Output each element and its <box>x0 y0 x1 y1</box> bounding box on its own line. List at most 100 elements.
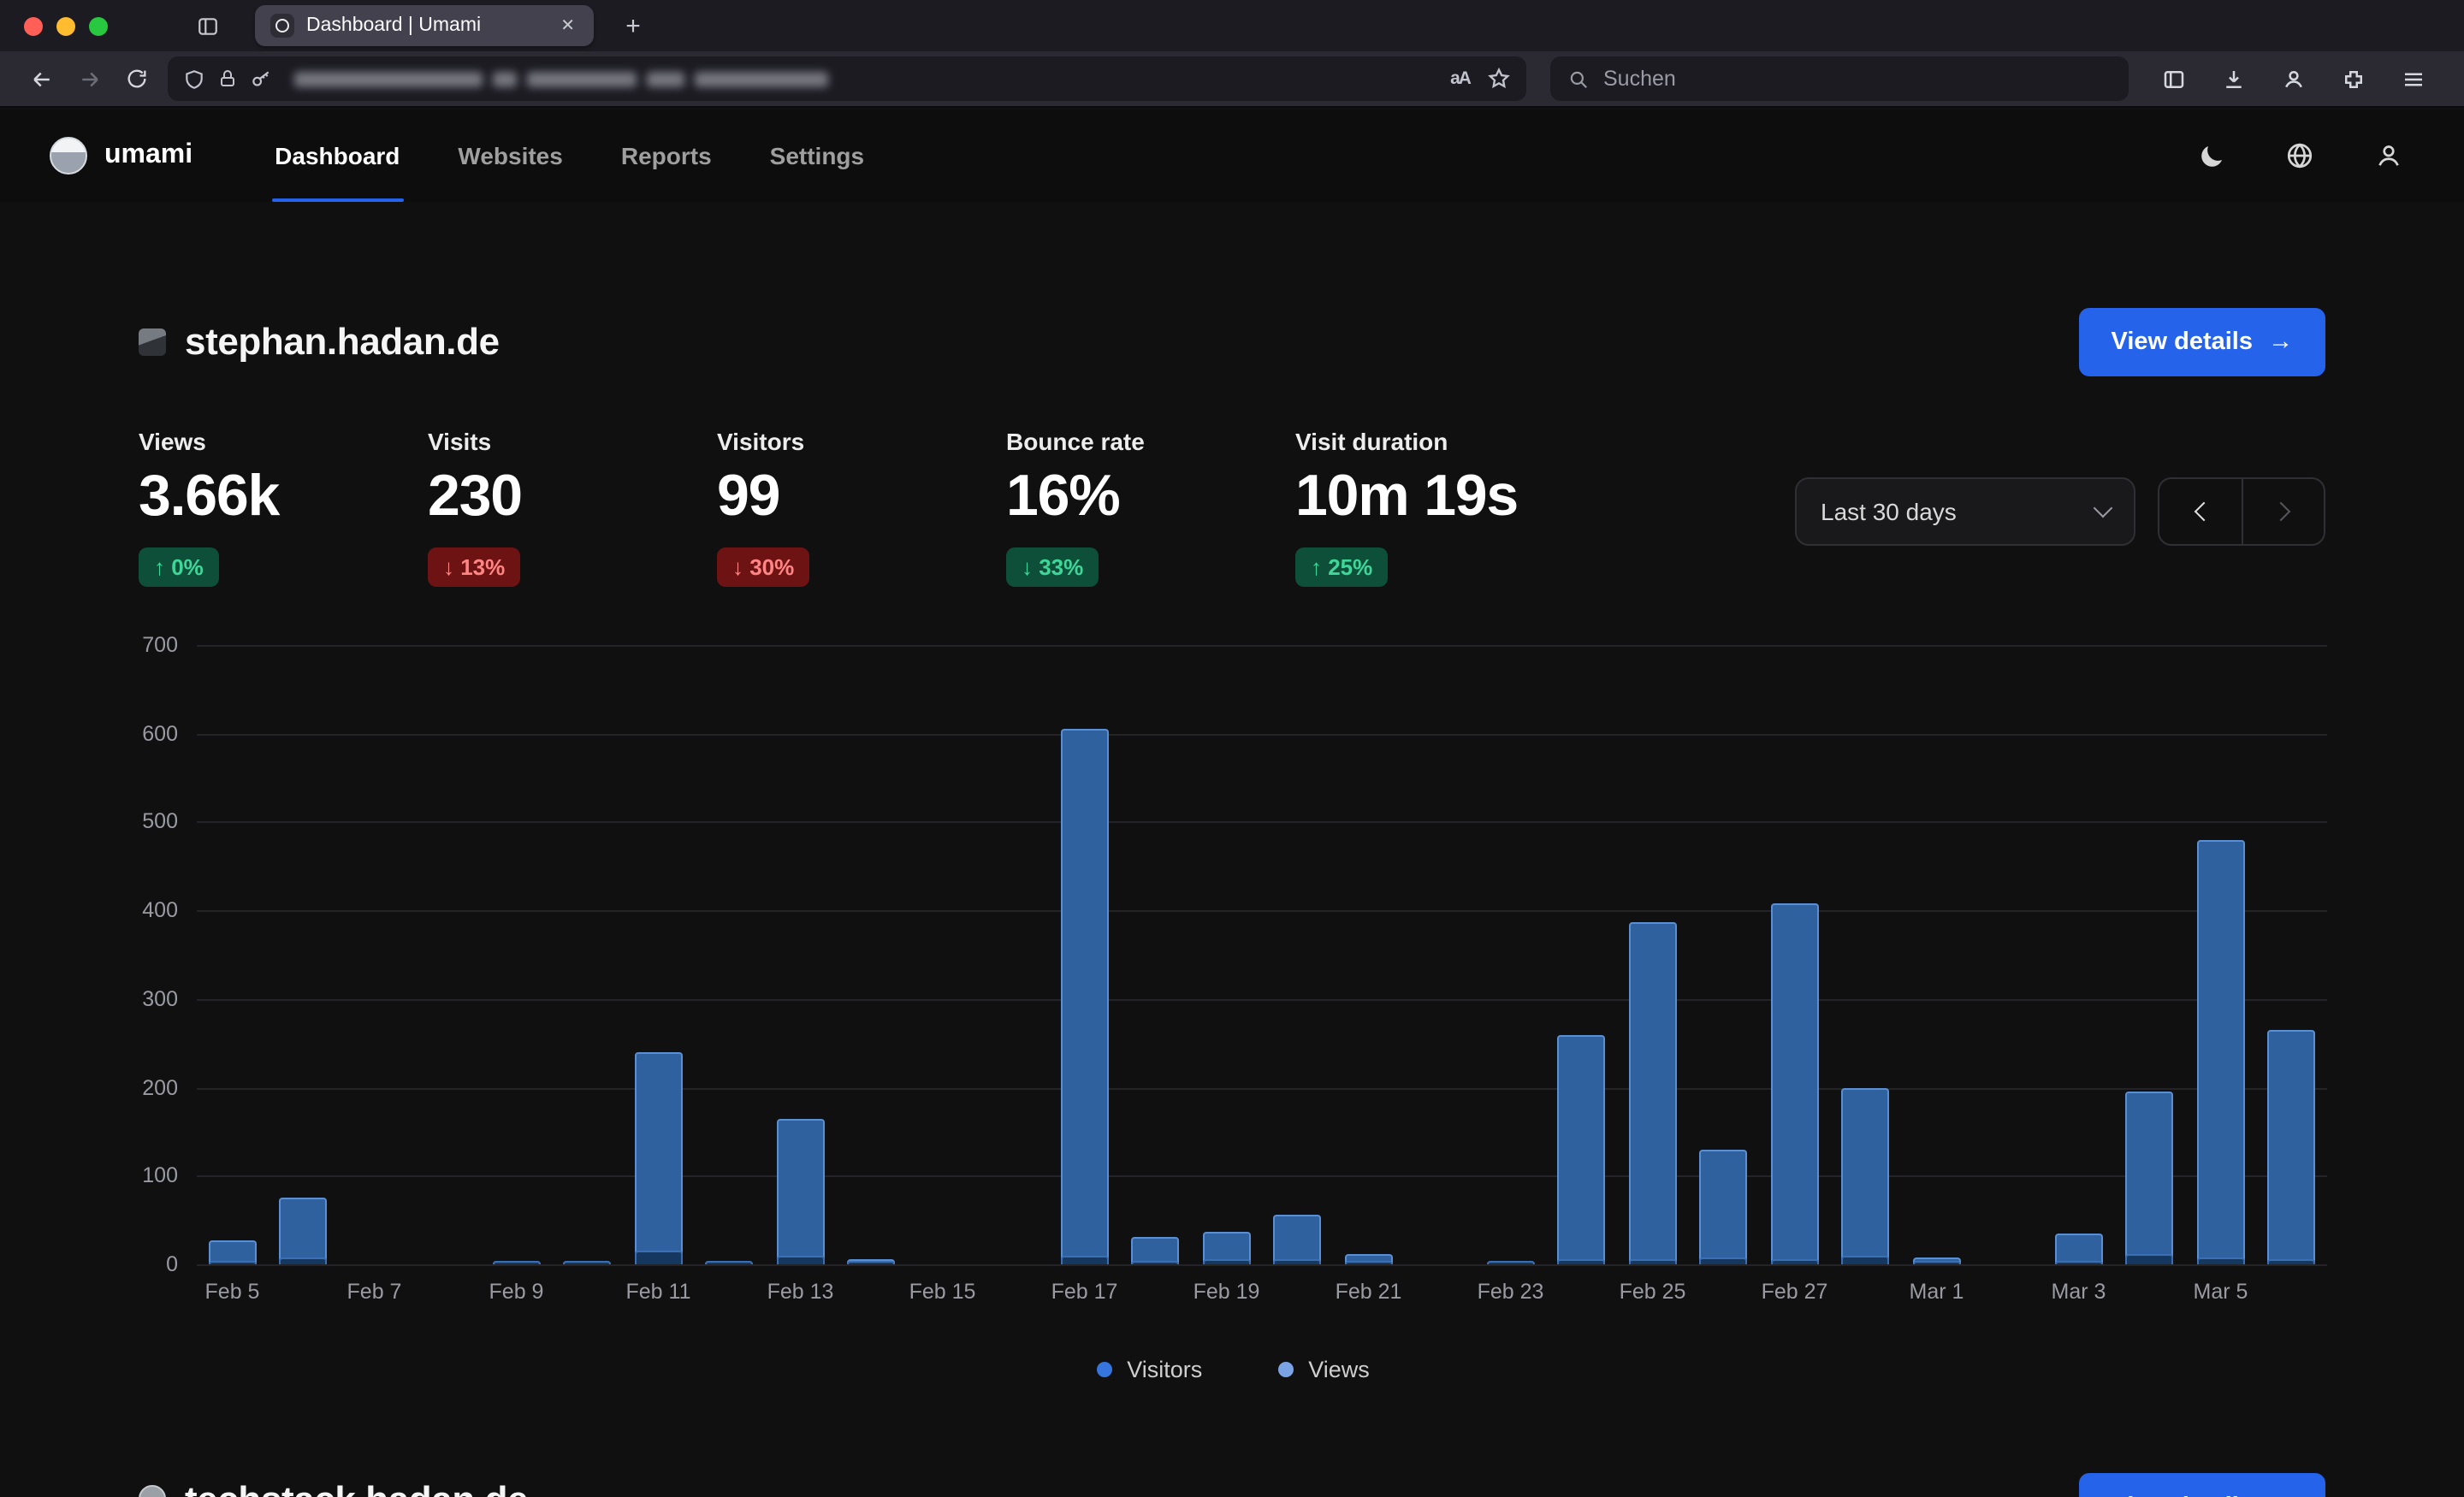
back-icon[interactable] <box>17 56 65 101</box>
url-bar[interactable]: aA <box>168 56 1526 101</box>
x-axis-label: Feb 9 <box>489 1280 544 1304</box>
gridline <box>197 1264 2327 1266</box>
tab-close-icon[interactable]: ✕ <box>557 13 578 38</box>
window-controls <box>0 16 108 35</box>
bar-visitors <box>2054 1261 2102 1264</box>
y-axis-label: 400 <box>110 898 178 922</box>
umami-logo-icon <box>50 137 87 175</box>
bar-visitors <box>847 1261 895 1264</box>
bar-visitors <box>1841 1256 1889 1264</box>
brand-name: umami <box>104 140 192 171</box>
bar-visitors <box>1202 1259 1250 1264</box>
browser-tab[interactable]: Dashboard | Umami ✕ <box>255 5 594 46</box>
nav-item-websites[interactable]: Websites <box>454 109 566 202</box>
y-axis-label: 200 <box>110 1075 178 1099</box>
umami-brand[interactable]: umami <box>50 137 192 175</box>
search-input[interactable] <box>1603 67 2112 91</box>
key-icon[interactable] <box>250 68 272 90</box>
chevron-right-icon <box>2272 502 2291 522</box>
bar-views <box>634 1052 682 1264</box>
bar-visitors <box>2267 1259 2315 1264</box>
window-zoom-button[interactable] <box>89 16 108 35</box>
next-period-button[interactable] <box>2242 479 2324 544</box>
view-details-button[interactable]: View details → <box>2079 1473 2326 1497</box>
extensions-icon[interactable] <box>2329 56 2377 101</box>
x-axis-label: Mar 3 <box>2052 1280 2106 1304</box>
metric-visitors: Visitors 99 ↓ 30% <box>717 428 1006 587</box>
chevron-down-icon <box>2094 499 2113 518</box>
menu-icon[interactable] <box>2389 56 2437 101</box>
arrow-right-icon: → <box>2268 1494 2293 1497</box>
sidebar-icon[interactable] <box>2149 56 2197 101</box>
bar-views <box>1770 903 1818 1264</box>
bar-views <box>1628 922 1676 1264</box>
bar-visitors <box>208 1261 256 1264</box>
x-axis-label: Mar 5 <box>2194 1280 2248 1304</box>
nav-item-reports[interactable]: Reports <box>618 109 715 202</box>
nav-item-settings[interactable]: Settings <box>767 109 868 202</box>
metric-visits: Visits 230 ↓ 13% <box>428 428 717 587</box>
bar-visitors <box>1628 1259 1676 1264</box>
profile-icon[interactable] <box>2363 130 2414 181</box>
browser-toolbar: aA <box>0 51 2464 108</box>
bar-views <box>2054 1234 2102 1264</box>
y-axis-label: 500 <box>110 810 178 834</box>
gridline <box>197 645 2327 647</box>
legend-dot-views <box>1277 1362 1293 1377</box>
y-axis-label: 300 <box>110 987 178 1011</box>
forward-icon[interactable] <box>65 56 113 101</box>
website-title[interactable]: techstack.hadan.de <box>185 1478 528 1497</box>
view-details-button[interactable]: View details → <box>2079 308 2326 376</box>
bar-visitors <box>1273 1259 1321 1264</box>
bar-visitors <box>2196 1257 2244 1264</box>
y-axis-label: 600 <box>110 721 178 745</box>
x-axis-label: Feb 25 <box>1620 1280 1686 1304</box>
downloads-icon[interactable] <box>2209 56 2257 101</box>
window-minimize-button[interactable] <box>56 16 75 35</box>
previous-period-button[interactable] <box>2159 479 2242 544</box>
lock-icon[interactable] <box>217 68 238 89</box>
language-globe-icon[interactable] <box>2274 130 2325 181</box>
window-close-button[interactable] <box>24 16 43 35</box>
metrics-row: Views 3.66k ↑ 0% Visits 230 ↓ 13% Visito… <box>139 428 2325 587</box>
second-website-row: techstack.hadan.de View details → <box>139 1476 2325 1497</box>
search-icon <box>1567 68 1590 90</box>
website-title[interactable]: stephan.hadan.de <box>185 320 500 364</box>
search-bar[interactable] <box>1550 56 2129 101</box>
bar-views <box>2267 1030 2315 1264</box>
app-header: umami Dashboard Websites Reports Setting… <box>0 109 2464 202</box>
chart-ylabels: 0100200300400500600700 <box>110 645 178 1264</box>
bar-views <box>776 1119 824 1264</box>
url-redacted-text <box>294 71 828 86</box>
bar-views <box>1060 729 1108 1264</box>
bar-visitors <box>1131 1261 1179 1264</box>
translate-icon[interactable]: aA <box>1450 68 1470 89</box>
legend-item-visitors[interactable]: Visitors <box>1096 1357 1202 1382</box>
metric-visit-duration: Visit duration 10m 19s ↑ 25% <box>1295 428 1569 587</box>
change-badge: ↓ 13% <box>428 547 520 587</box>
gridline <box>197 1087 2327 1089</box>
bar-visitors <box>563 1261 611 1264</box>
tracking-shield-icon[interactable] <box>183 68 205 90</box>
x-axis-label: Feb 27 <box>1762 1280 1828 1304</box>
change-badge: ↑ 0% <box>139 547 219 587</box>
bookmark-star-icon[interactable] <box>1487 67 1511 91</box>
reload-icon[interactable] <box>113 56 161 101</box>
y-axis-label: 700 <box>110 633 178 657</box>
website-favicon <box>139 328 166 356</box>
new-tab-button[interactable]: + <box>614 7 652 44</box>
bar-views <box>279 1198 327 1264</box>
account-icon[interactable] <box>2269 56 2317 101</box>
bar-views <box>2196 840 2244 1264</box>
x-axis-label: Feb 11 <box>626 1280 691 1304</box>
legend-item-views[interactable]: Views <box>1277 1357 1370 1382</box>
x-axis-label: Feb 21 <box>1336 1280 1402 1304</box>
x-axis-label: Feb 13 <box>767 1280 834 1304</box>
x-axis-label: Feb 5 <box>205 1280 260 1304</box>
bar-visitors <box>1557 1259 1605 1264</box>
theme-toggle-moon-icon[interactable] <box>2185 130 2236 181</box>
date-range-select[interactable]: Last 30 days <box>1795 477 2135 546</box>
firefox-view-icon[interactable] <box>187 7 228 44</box>
bar-visitors <box>705 1261 753 1264</box>
nav-item-dashboard[interactable]: Dashboard <box>271 109 403 202</box>
